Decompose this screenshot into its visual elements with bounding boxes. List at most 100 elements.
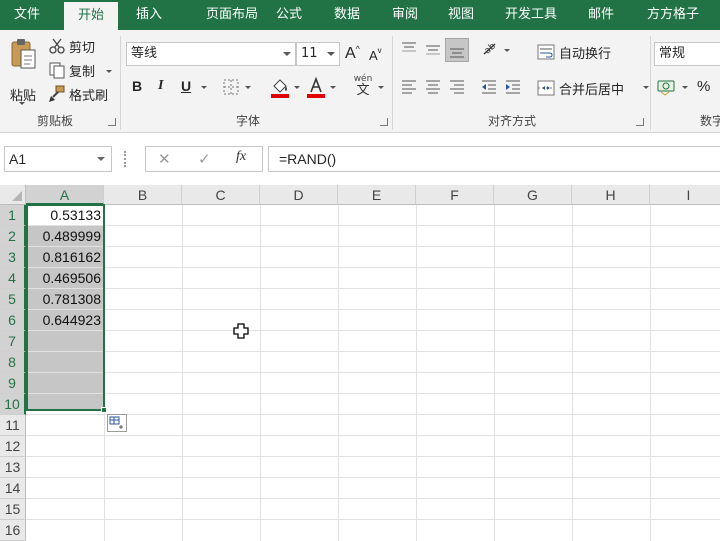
tab-mailings[interactable]: 邮件 (578, 0, 624, 30)
orientation-dropdown-arrow[interactable] (504, 49, 510, 52)
row-header[interactable]: 2 (0, 226, 26, 247)
column-header-i[interactable]: I (650, 185, 720, 205)
formula-bar-splitter[interactable] (124, 151, 126, 167)
percent-style-button[interactable]: % (697, 78, 710, 95)
cell-cursor-icon (233, 323, 249, 339)
shrink-font-button[interactable]: A v (369, 45, 387, 65)
cancel-entry-icon[interactable]: ✕ (158, 150, 171, 168)
row-header[interactable]: 9 (0, 373, 26, 394)
font-color-dropdown-arrow[interactable] (330, 86, 336, 89)
fill-handle[interactable] (101, 407, 107, 413)
decrease-indent-icon[interactable] (480, 78, 498, 96)
grow-font-button[interactable]: A ^ (345, 43, 363, 65)
tab-home[interactable]: 开始 (64, 2, 118, 30)
tab-formulas[interactable]: 公式 (266, 0, 312, 30)
row-header[interactable]: 4 (0, 268, 26, 289)
align-top-icon[interactable] (400, 40, 418, 58)
phonetic-dropdown-arrow[interactable] (378, 86, 384, 89)
wrap-text-icon (537, 44, 555, 60)
orientation-icon[interactable]: ab (481, 40, 501, 58)
quick-analysis-button[interactable] (107, 414, 127, 432)
row-header[interactable]: 11 (0, 415, 26, 436)
format-painter-button[interactable]: 格式刷 (48, 84, 108, 104)
fill-color-dropdown-arrow[interactable] (294, 86, 300, 89)
grow-font-label: A (345, 45, 356, 62)
underline-button[interactable]: U (181, 78, 191, 94)
paste-icon (11, 39, 36, 69)
chevron-down-icon (97, 157, 105, 161)
currency-icon[interactable] (657, 78, 679, 96)
column-header-f[interactable]: F (416, 185, 494, 205)
align-left-icon[interactable] (400, 78, 418, 96)
caret-up-icon: ^ (355, 44, 360, 54)
font-dialog-launcher[interactable] (380, 118, 388, 126)
gridline (494, 205, 495, 541)
increase-indent-icon[interactable] (504, 78, 522, 96)
enter-entry-icon[interactable]: ✓ (198, 150, 211, 168)
wrap-text-label: 自动换行 (559, 46, 612, 62)
row-header[interactable]: 1 (0, 205, 26, 226)
tab-data[interactable]: 数据 (322, 0, 372, 30)
column-header-b[interactable]: B (104, 185, 182, 205)
tab-view[interactable]: 视图 (436, 0, 486, 30)
tab-insert[interactable]: 插入 (122, 0, 176, 30)
caret-down-icon: v (377, 45, 382, 55)
name-box[interactable]: A1 (4, 146, 112, 172)
formula-input[interactable]: =RAND() (268, 146, 720, 172)
chevron-down-icon (283, 52, 291, 56)
select-all-button[interactable] (0, 185, 26, 205)
bold-button[interactable]: B (132, 78, 142, 94)
paste-button[interactable]: 粘贴 (6, 34, 40, 104)
borders-dropdown-arrow[interactable] (245, 86, 251, 89)
row-header[interactable]: 6 (0, 310, 26, 331)
column-header-h[interactable]: H (572, 185, 650, 205)
phonetic-guide-button[interactable]: wén 文 (350, 74, 376, 100)
fill-color-icon[interactable] (270, 76, 290, 98)
row-header[interactable]: 3 (0, 247, 26, 268)
column-header-e[interactable]: E (338, 185, 416, 205)
wrap-text-button[interactable]: 自动换行 (537, 42, 611, 62)
align-bottom-button[interactable] (445, 38, 469, 62)
font-name-value: 等线 (131, 46, 158, 61)
row-header[interactable]: 5 (0, 289, 26, 310)
row-header[interactable]: 16 (0, 520, 26, 541)
insert-function-icon[interactable]: fx (236, 149, 246, 165)
row-header[interactable]: 13 (0, 457, 26, 478)
tab-file[interactable]: 文件 (0, 0, 54, 30)
clipboard-dialog-launcher[interactable] (108, 118, 116, 126)
column-header-d[interactable]: D (260, 185, 338, 205)
cut-button[interactable]: 剪切 (48, 36, 95, 56)
row-header[interactable]: 7 (0, 331, 26, 352)
row-header[interactable]: 12 (0, 436, 26, 457)
tab-developer[interactable]: 开发工具 (498, 0, 564, 30)
font-color-icon[interactable] (306, 76, 326, 98)
italic-button[interactable]: I (158, 78, 163, 94)
row-header[interactable]: 14 (0, 478, 26, 499)
copy-button[interactable]: 复制 (48, 60, 95, 80)
align-middle-icon[interactable] (424, 40, 442, 58)
alignment-dialog-launcher[interactable] (636, 118, 644, 126)
copy-label: 复制 (69, 64, 96, 80)
borders-icon[interactable] (222, 78, 240, 96)
align-center-icon[interactable] (424, 78, 442, 96)
row-header[interactable]: 15 (0, 499, 26, 520)
paste-dropdown-arrow[interactable] (19, 102, 25, 105)
currency-dropdown-arrow[interactable] (682, 86, 688, 89)
column-header-a[interactable]: A (26, 185, 104, 205)
font-name-combo[interactable]: 等线 (126, 42, 296, 66)
align-right-icon[interactable] (448, 78, 466, 96)
row-header[interactable]: 10 (0, 394, 26, 415)
gridline (26, 372, 720, 373)
row-header[interactable]: 8 (0, 352, 26, 373)
copy-dropdown-arrow[interactable] (106, 70, 112, 73)
merge-center-button[interactable]: 合并后居中 (537, 78, 624, 98)
column-header-g[interactable]: G (494, 185, 572, 205)
tab-review[interactable]: 审阅 (380, 0, 430, 30)
underline-dropdown-arrow[interactable] (201, 86, 207, 89)
font-size-combo[interactable]: 11 (296, 42, 340, 66)
column-header-c[interactable]: C (182, 185, 260, 205)
merge-dropdown-arrow[interactable] (643, 86, 649, 89)
format-painter-label: 格式刷 (69, 88, 109, 104)
tab-fangfang[interactable]: 方方格子 (638, 0, 708, 30)
number-format-combo[interactable]: 常规 (654, 42, 720, 66)
